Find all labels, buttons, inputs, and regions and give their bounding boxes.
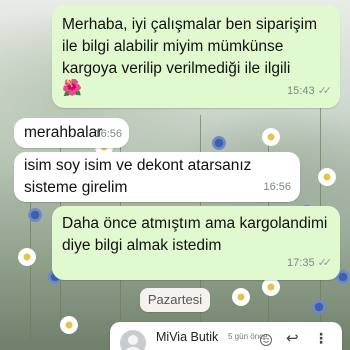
incoming-message-bubble[interactable]: merahbalar 16:56 (14, 118, 129, 148)
smiley-icon[interactable] (260, 334, 272, 346)
message-text: Daha önce atmıştım ama kargolandimi diye… (62, 215, 328, 254)
message-text: Merhaba, iyi çalışmalar ben siparişim il… (62, 16, 317, 77)
outgoing-message-bubble[interactable]: Merhaba, iyi çalışmalar ben siparişim il… (52, 5, 340, 108)
incoming-message-bubble[interactable]: isim soy isim ve dekont atarsanız sistem… (14, 152, 300, 202)
outgoing-message-bubble[interactable]: Daha önce atmıştım ama kargolandimi diye… (52, 206, 340, 280)
sender-name: MiVia Butik (156, 330, 219, 344)
reply-icon[interactable]: ↩ (286, 331, 299, 346)
read-receipt-icon: ✓✓ (317, 257, 333, 269)
flower-emoji: 🌺 (62, 80, 82, 97)
date-separator: Pazartesi (140, 288, 210, 312)
message-meta: 15:43 ✓✓ (287, 80, 333, 102)
message-text: merahbalar (24, 124, 103, 141)
message-text: isim soy isim ve dekont atarsanız sistem… (24, 157, 252, 196)
more-icon[interactable]: ⋮ (314, 331, 328, 345)
message-meta: 17:35 ✓✓ (287, 252, 333, 274)
read-receipt-icon: ✓✓ (317, 85, 333, 97)
message-time: 16:56 (94, 128, 122, 140)
message-time: 16:56 (263, 181, 291, 193)
avatar (120, 330, 146, 350)
message-time: 15:43 (287, 85, 315, 97)
message-time: 17:35 (287, 257, 315, 269)
email-notification-card[interactable]: MiVia Butik 5 gün önce ↩ ⋮ (110, 322, 342, 350)
